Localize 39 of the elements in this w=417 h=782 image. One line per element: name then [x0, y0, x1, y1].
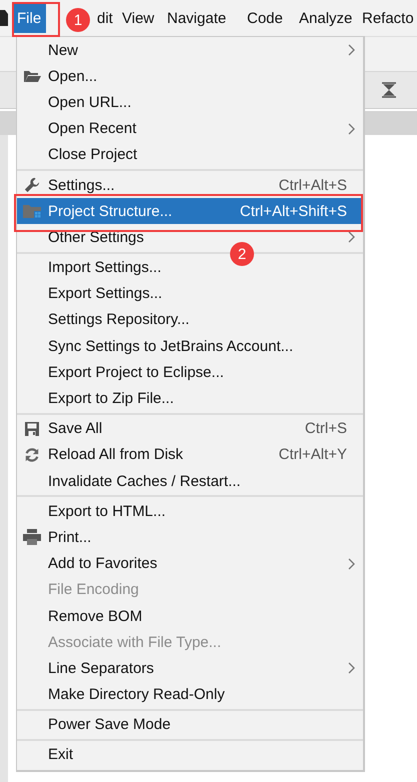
menu-item[interactable]: Power Save Mode	[17, 712, 363, 738]
menu-item[interactable]: Exit	[17, 742, 363, 768]
menu-item[interactable]: Sync Settings to JetBrains Account...	[17, 333, 363, 360]
menu-item[interactable]: Settings Repository...	[17, 306, 363, 334]
menu-item[interactable]: Settings... Ctrl+Alt+S	[17, 172, 363, 198]
menu-item[interactable]: Open Recent	[17, 116, 363, 142]
printer-icon	[23, 529, 41, 546]
menu-item[interactable]: Add to Favorites	[17, 550, 363, 577]
menu-item[interactable]: Open URL...	[17, 89, 363, 116]
save-icon	[23, 420, 41, 437]
menu-item[interactable]: New	[17, 37, 363, 64]
menu-item[interactable]: Open...	[17, 63, 363, 90]
menu-item[interactable]: Export to Zip File...	[17, 385, 363, 412]
menu-bar-item[interactable]: Analyze	[294, 3, 358, 33]
menu-item[interactable]: Export Settings...	[17, 280, 363, 307]
menu-item[interactable]: Export Project to Eclipse...	[17, 359, 363, 386]
app-logo-icon	[0, 10, 8, 26]
menu-bar-item[interactable]: dit	[92, 3, 118, 33]
menu-item[interactable]: Remove BOM	[17, 602, 363, 630]
wrench-icon	[23, 177, 41, 194]
highlight-frame	[12, 2, 60, 37]
menu-bar-item[interactable]: Navigate	[162, 3, 232, 33]
menu-item[interactable]: Export to HTML...	[17, 498, 363, 524]
menu-item[interactable]: Make Directory Read-Only	[17, 682, 363, 708]
folder-grid-icon	[23, 203, 41, 220]
menu-bar-item[interactable]: Code	[242, 3, 288, 33]
menu-item[interactable]: Close Project	[17, 142, 363, 168]
menu-item[interactable]: Save All Ctrl+S	[17, 416, 363, 442]
collapse-icon[interactable]	[381, 82, 397, 98]
menu-item[interactable]: Reload All from Disk Ctrl+Alt+Y	[17, 442, 363, 468]
menu-bar-item[interactable]: File	[12, 3, 46, 33]
folder-icon	[23, 68, 41, 84]
menu-item[interactable]: Line Separators	[17, 655, 363, 682]
menu-item[interactable]: Print...	[17, 524, 363, 551]
menu-bar-item[interactable]: View	[117, 3, 160, 33]
menu-bar-item[interactable]: Refacto	[357, 3, 417, 33]
menu-item[interactable]: Project Structure... Ctrl+Alt+Shift+S	[17, 198, 363, 224]
reload-icon	[23, 446, 41, 463]
menu-item[interactable]: Invalidate Caches / Restart...	[17, 468, 363, 494]
